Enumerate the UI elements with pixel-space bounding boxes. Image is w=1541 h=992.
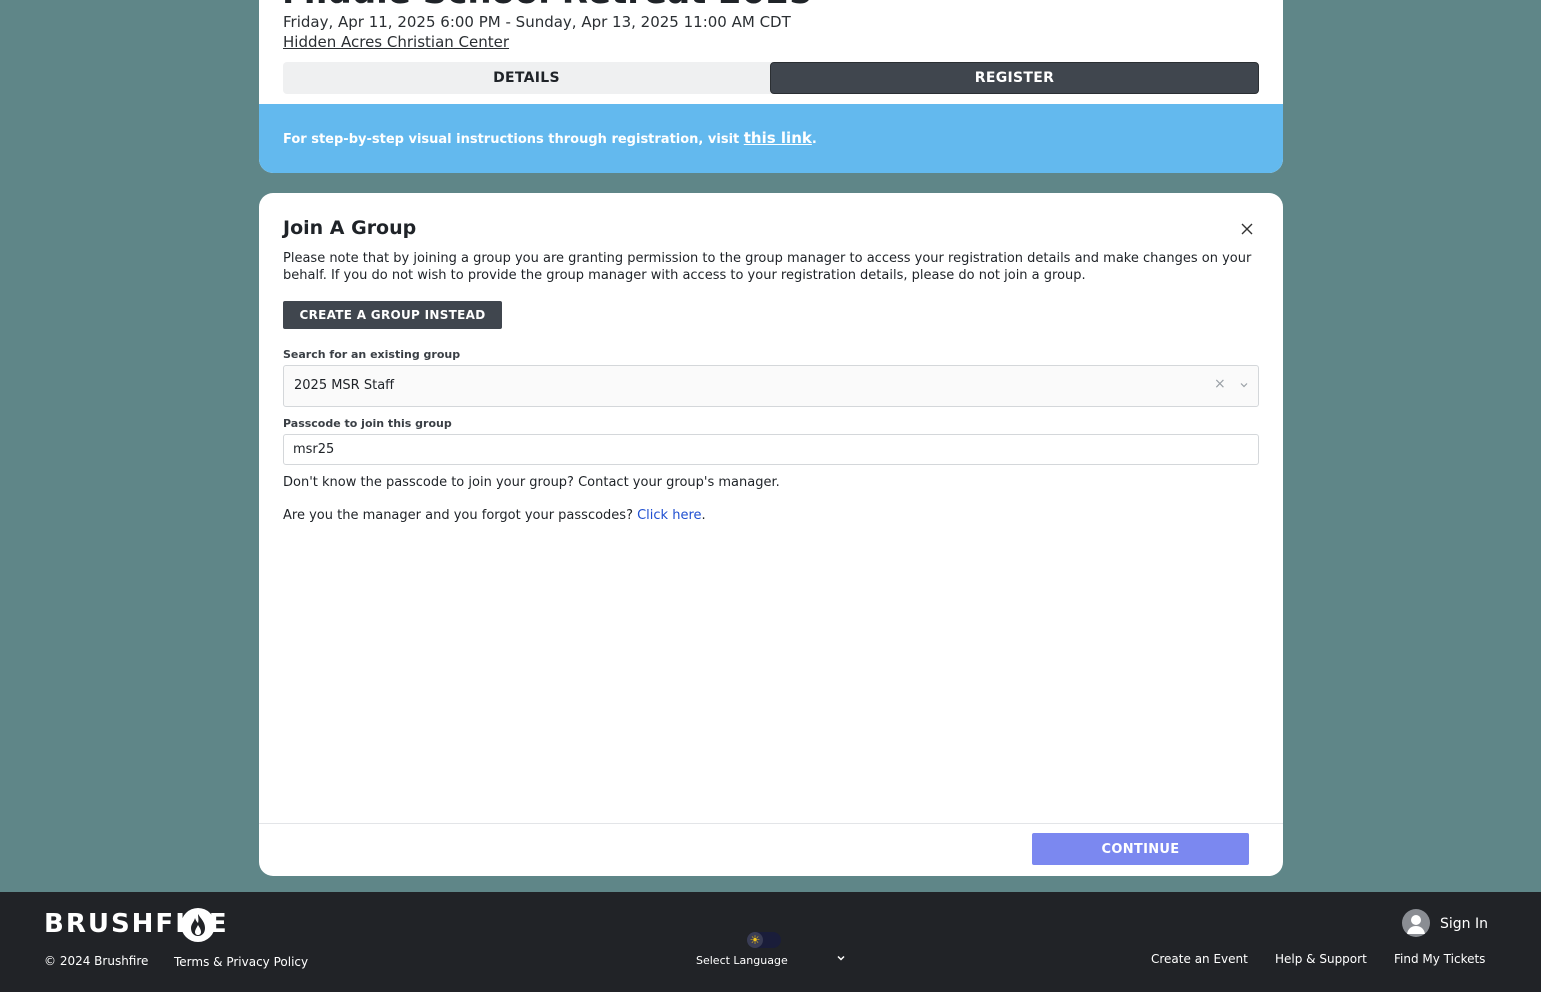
banner-suffix: .	[811, 132, 817, 147]
event-dates: Friday, Apr 11, 2025 6:00 PM - Sunday, A…	[283, 13, 791, 31]
language-chevron-icon	[836, 953, 846, 966]
event-tabs: DETAILS REGISTER	[283, 62, 1259, 94]
chevron-down-icon[interactable]	[1239, 375, 1249, 393]
clear-icon[interactable]: ×	[1214, 376, 1226, 392]
close-icon[interactable]	[1237, 220, 1257, 240]
selected-group: 2025 MSR Staff	[294, 378, 395, 393]
manager-help-suffix: .	[701, 508, 706, 523]
language-select[interactable]: Select Language	[696, 954, 848, 970]
modal-title: Join A Group	[283, 217, 417, 239]
permission-note: Please note that by joining a group you …	[283, 251, 1252, 283]
theme-toggle[interactable]: ☀	[747, 932, 781, 948]
instructions-banner: For step-by-step visual instructions thr…	[259, 104, 1283, 173]
create-event-link[interactable]: Create an Event	[1151, 952, 1248, 966]
passcode-input[interactable]	[283, 434, 1259, 465]
banner-link[interactable]: this link	[744, 129, 812, 147]
search-label: Search for an existing group	[283, 348, 461, 361]
sign-in-link[interactable]: Sign In	[1440, 916, 1488, 932]
manager-help-text: Are you the manager and you forgot your …	[283, 508, 706, 523]
user-avatar-icon[interactable]	[1402, 909, 1430, 937]
sun-icon: ☀	[747, 932, 763, 948]
modal-divider	[259, 823, 1283, 824]
brushfire-flame-icon	[181, 908, 215, 942]
group-search-select[interactable]: 2025 MSR Staff ×	[283, 365, 1259, 407]
passcode-label: Passcode to join this group	[283, 417, 452, 430]
event-header-card: Middle School Retreat 2025 Friday, Apr 1…	[259, 0, 1283, 173]
manager-help-label: Are you the manager and you forgot your …	[283, 508, 638, 523]
help-support-link[interactable]: Help & Support	[1275, 952, 1367, 966]
tab-details[interactable]: DETAILS	[283, 62, 770, 94]
forgot-passcode-link[interactable]: Click here	[637, 508, 701, 523]
event-venue-link[interactable]: Hidden Acres Christian Center	[283, 33, 509, 51]
find-tickets-link[interactable]: Find My Tickets	[1394, 952, 1485, 966]
tab-register[interactable]: REGISTER	[770, 62, 1259, 94]
language-select-label: Select Language	[696, 954, 788, 967]
terms-link[interactable]: Terms & Privacy Policy	[174, 955, 308, 969]
create-group-button[interactable]: CREATE A GROUP INSTEAD	[283, 301, 502, 329]
banner-text: For step-by-step visual instructions thr…	[283, 132, 744, 147]
passcode-help-text: Don't know the passcode to join your gro…	[283, 475, 780, 490]
join-group-panel: Join A Group Please note that by joining…	[259, 193, 1283, 876]
copyright-text: © 2024 Brushfire	[44, 954, 149, 968]
event-title: Middle School Retreat 2025	[282, 0, 813, 12]
site-footer: BRUSHFIRE © 2024 Brushfire Terms & Priva…	[0, 892, 1541, 992]
continue-button[interactable]: CONTINUE	[1032, 833, 1249, 865]
